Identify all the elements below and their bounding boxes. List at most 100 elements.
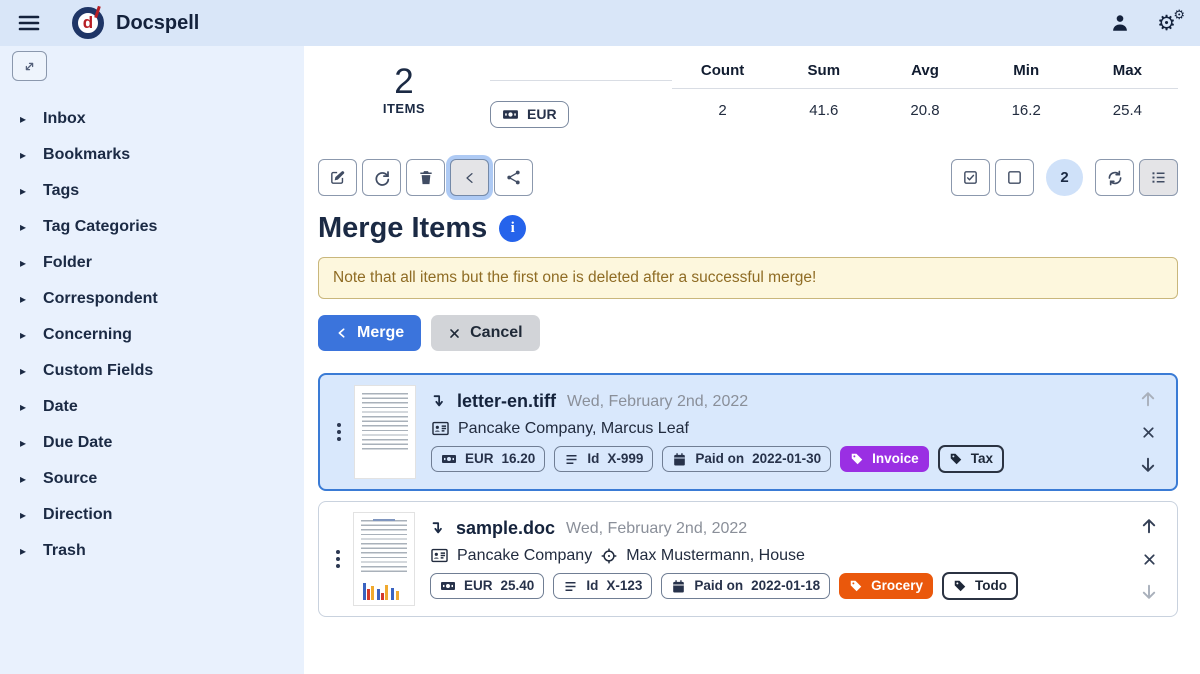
checkbox-checked-icon [962, 169, 979, 186]
sidebar-item-bookmarks[interactable]: ▸Bookmarks [12, 137, 292, 173]
remove-item-button[interactable] [1140, 424, 1157, 441]
stats-value-sum: 41.6 [773, 89, 874, 129]
select-all-button[interactable] [951, 159, 990, 196]
sidebar-item-trash[interactable]: ▸Trash [12, 533, 292, 569]
crosshairs-icon [600, 547, 618, 565]
sidebar-nav: ▸Inbox ▸Bookmarks ▸Tags ▸Tag Categories … [12, 101, 292, 569]
merge-button[interactable]: Merge [318, 315, 421, 351]
tag-badge-invoice: Invoice [840, 446, 929, 472]
item-thumbnail [354, 385, 416, 479]
edit-button[interactable] [318, 159, 357, 196]
top-navbar: d Docspell ⚙⚙ [0, 0, 1200, 46]
sidebar-item-source[interactable]: ▸Source [12, 461, 292, 497]
merge-item-list: letter-en.tiff Wed, February 2nd, 2022 P… [318, 373, 1178, 617]
stats-header-sum: Sum [773, 56, 874, 89]
tag-icon [949, 452, 963, 466]
stats-value-avg: 20.8 [874, 89, 975, 129]
item-date: Wed, February 2nd, 2022 [567, 393, 748, 411]
share-button[interactable] [494, 159, 533, 196]
tag-badge-grocery: Grocery [839, 573, 933, 599]
hamburger-menu-icon[interactable] [14, 8, 44, 38]
money-icon [502, 106, 519, 123]
page-title: Merge Items [318, 212, 487, 245]
paid-date-badge: Paid on2022-01-18 [661, 573, 830, 599]
tag-icon [953, 579, 967, 593]
item-details: letter-en.tiff Wed, February 2nd, 2022 P… [416, 391, 1128, 473]
sidebar-item-custom-fields[interactable]: ▸Custom Fields [12, 353, 292, 389]
edit-pencil-icon [329, 169, 346, 186]
cancel-button[interactable]: Cancel [431, 315, 539, 351]
reprocess-button[interactable] [362, 159, 401, 196]
sidebar-item-concerning[interactable]: ▸Concerning [12, 317, 292, 353]
user-account-icon[interactable] [1109, 12, 1131, 34]
chevron-right-icon: ▸ [20, 148, 26, 162]
chevron-right-icon: ▸ [20, 292, 26, 306]
remove-item-button[interactable] [1141, 551, 1158, 568]
sidebar-item-date[interactable]: ▸Date [12, 389, 292, 425]
chevron-right-icon: ▸ [20, 256, 26, 270]
merge-actions: Merge Cancel [318, 315, 1178, 351]
item-correspondent-row: Pancake Company, Marcus Leaf [431, 419, 1128, 438]
thumbnail-title-line [373, 519, 395, 521]
item-name: letter-en.tiff [457, 391, 556, 412]
settings-gears-icon[interactable]: ⚙⚙ [1157, 13, 1176, 34]
item-correspondent-row: Pancake Company Max Mustermann, House [430, 546, 1129, 565]
sidebar-item-due-date[interactable]: ▸Due Date [12, 425, 292, 461]
tag-icon [849, 579, 863, 593]
sidebar-item-correspondent[interactable]: ▸Correspondent [12, 281, 292, 317]
kebab-menu-icon[interactable] [328, 423, 350, 441]
chevron-right-icon: ▸ [20, 112, 26, 126]
tag-icon [850, 452, 864, 466]
chevron-right-icon: ▸ [20, 328, 26, 342]
docspell-logo: d [72, 7, 104, 39]
sidebar-item-folder[interactable]: ▸Folder [12, 245, 292, 281]
item-card-letter-en[interactable]: letter-en.tiff Wed, February 2nd, 2022 P… [318, 373, 1178, 491]
sidebar-item-inbox[interactable]: ▸Inbox [12, 101, 292, 137]
refresh-button[interactable] [1095, 159, 1134, 196]
delete-button[interactable] [406, 159, 445, 196]
move-down-button[interactable] [1138, 455, 1158, 475]
chevron-left-icon [462, 170, 477, 186]
toolbar-left-group [318, 159, 533, 196]
chevron-right-icon: ▸ [20, 544, 26, 558]
chevron-left-icon [335, 326, 348, 340]
merge-mode-button[interactable] [450, 159, 489, 196]
merge-warning-note: Note that all items but the first one is… [318, 257, 1178, 299]
chevron-right-icon: ▸ [20, 364, 26, 378]
move-up-button[interactable] [1139, 516, 1159, 536]
address-card-icon [430, 546, 449, 565]
main-content: 2 ITEMS Count Sum Avg Min Max EUR 2 41.6… [304, 46, 1200, 674]
item-card-sample-doc[interactable]: sample.doc Wed, February 2nd, 2022 Panca… [318, 501, 1178, 617]
tag-badge-todo: Todo [942, 572, 1018, 600]
chevron-right-icon: ▸ [20, 220, 26, 234]
item-count-block: 2 ITEMS [318, 56, 490, 116]
close-icon [1141, 551, 1158, 568]
sidebar-item-tag-categories[interactable]: ▸Tag Categories [12, 209, 292, 245]
stats-header-avg: Avg [874, 56, 975, 89]
address-card-icon [431, 419, 450, 438]
item-concerning: Max Mustermann, House [626, 547, 805, 565]
sidebar-expand-button[interactable] [12, 51, 47, 81]
page-title-row: Merge Items i [318, 212, 1178, 245]
item-name: sample.doc [456, 518, 555, 539]
item-count-label: ITEMS [318, 101, 490, 116]
deselect-all-button[interactable] [995, 159, 1034, 196]
app-brand-title[interactable]: Docspell [116, 12, 199, 35]
paid-date-badge: Paid on2022-01-30 [662, 446, 831, 472]
sidebar-item-tags[interactable]: ▸Tags [12, 173, 292, 209]
chevron-right-icon: ▸ [20, 472, 26, 486]
move-down-button[interactable] [1139, 582, 1159, 602]
redo-icon [373, 169, 391, 187]
sidebar-item-direction[interactable]: ▸Direction [12, 497, 292, 533]
stats-value-min: 16.2 [976, 89, 1077, 129]
sync-icon [1106, 169, 1124, 187]
arrow-up-icon [1139, 516, 1159, 536]
trash-icon [418, 169, 434, 186]
info-icon[interactable]: i [499, 215, 526, 242]
item-badges: EUR16.20 IdX-999 Paid on2022-01-30 [431, 445, 1128, 473]
move-up-button[interactable] [1138, 389, 1158, 409]
list-view-button[interactable] [1139, 159, 1178, 196]
item-date: Wed, February 2nd, 2022 [566, 520, 747, 538]
money-icon [441, 451, 457, 467]
kebab-menu-icon[interactable] [327, 550, 349, 568]
